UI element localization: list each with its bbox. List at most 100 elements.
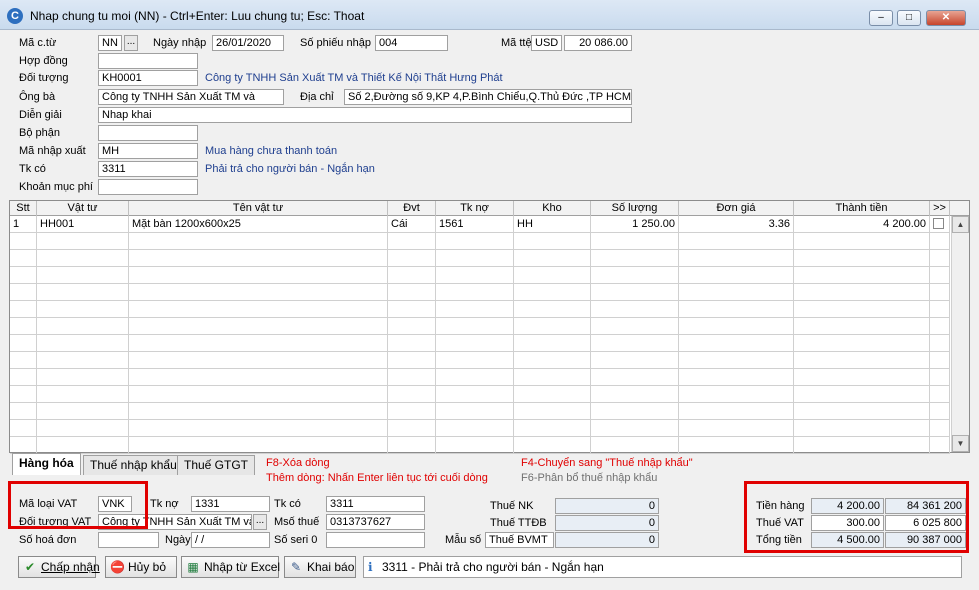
tab-thue-nhap-khau[interactable]: Thuế nhập khẩu xyxy=(83,455,184,475)
grid-cell[interactable] xyxy=(129,301,388,318)
col-ten-vat-tu[interactable]: Tên vật tư xyxy=(129,201,388,216)
cell-vat-tu[interactable]: HH001 xyxy=(37,216,129,233)
grid-cell[interactable] xyxy=(388,318,436,335)
col-more[interactable]: >> xyxy=(930,201,950,216)
grid-cell[interactable] xyxy=(679,403,794,420)
table-row[interactable] xyxy=(10,250,950,267)
grid-cell[interactable] xyxy=(794,369,930,386)
grid-cell[interactable] xyxy=(10,437,37,454)
grid-cell[interactable] xyxy=(930,352,950,369)
bo-phan-field[interactable] xyxy=(98,125,198,141)
scroll-up-icon[interactable]: ▲ xyxy=(952,216,969,233)
grid-cell[interactable] xyxy=(679,318,794,335)
grid-cell[interactable] xyxy=(37,386,129,403)
dia-chi-field[interactable]: Số 2,Đường số 9,KP 4,P.Bình Chiểu,Q.Thủ … xyxy=(344,89,632,105)
grid-cell[interactable] xyxy=(930,301,950,318)
grid-cell[interactable] xyxy=(37,250,129,267)
grid-cell[interactable] xyxy=(388,284,436,301)
items-grid[interactable]: Stt Vật tư Tên vật tư Đvt Tk nợ Kho Số l… xyxy=(9,200,970,454)
grid-cell[interactable] xyxy=(591,437,679,454)
so-hoa-don-field[interactable] xyxy=(98,532,159,548)
col-stt[interactable]: Stt xyxy=(10,201,37,216)
grid-cell[interactable] xyxy=(10,284,37,301)
grid-cell[interactable] xyxy=(37,369,129,386)
grid-cell[interactable] xyxy=(591,403,679,420)
grid-cell[interactable] xyxy=(10,250,37,267)
col-kho[interactable]: Kho xyxy=(514,201,591,216)
grid-cell[interactable] xyxy=(514,420,591,437)
grid-cell[interactable] xyxy=(436,386,514,403)
grid-cell[interactable] xyxy=(37,335,129,352)
grid-cell[interactable] xyxy=(10,335,37,352)
cell-thanh-tien[interactable]: 4 200.00 xyxy=(794,216,930,233)
table-row[interactable] xyxy=(10,301,950,318)
table-row[interactable]: 1 HH001 Mặt bàn 1200x600x25 Cái 1561 HH … xyxy=(10,216,950,233)
grid-cell[interactable] xyxy=(794,233,930,250)
grid-cell[interactable] xyxy=(129,420,388,437)
grid-cell[interactable] xyxy=(388,386,436,403)
grid-cell[interactable] xyxy=(10,267,37,284)
grid-cell[interactable] xyxy=(930,335,950,352)
cell-stt[interactable]: 1 xyxy=(10,216,37,233)
grid-cell[interactable] xyxy=(930,250,950,267)
cell-kho[interactable]: HH xyxy=(514,216,591,233)
grid-cell[interactable] xyxy=(129,284,388,301)
so-seri-field[interactable] xyxy=(326,532,425,548)
vat-tk-no-field[interactable]: 1331 xyxy=(191,496,270,512)
grid-cell[interactable] xyxy=(591,233,679,250)
grid-cell[interactable] xyxy=(591,250,679,267)
grid-cell[interactable] xyxy=(930,437,950,454)
grid-cell[interactable] xyxy=(679,386,794,403)
grid-cell[interactable] xyxy=(794,284,930,301)
grid-cell[interactable] xyxy=(930,369,950,386)
col-tk-no[interactable]: Tk nợ xyxy=(436,201,514,216)
grid-cell[interactable] xyxy=(514,267,591,284)
col-thanh-tien[interactable]: Thành tiền xyxy=(794,201,930,216)
cell-dvt[interactable]: Cái xyxy=(388,216,436,233)
hop-dong-field[interactable] xyxy=(98,53,198,69)
grid-cell[interactable] xyxy=(436,352,514,369)
grid-cell[interactable] xyxy=(388,369,436,386)
huy-bo-button[interactable]: ⛔ Hủy bỏ xyxy=(105,556,177,578)
grid-cell[interactable] xyxy=(388,403,436,420)
grid-cell[interactable] xyxy=(930,386,950,403)
table-row[interactable] xyxy=(10,267,950,284)
tk-co-field[interactable]: 3311 xyxy=(98,161,198,177)
grid-cell[interactable] xyxy=(679,437,794,454)
doi-tuong-vat-lookup-button[interactable]: ... xyxy=(253,514,267,530)
grid-cell[interactable] xyxy=(388,437,436,454)
grid-cell[interactable] xyxy=(591,352,679,369)
grid-cell[interactable] xyxy=(436,437,514,454)
grid-cell[interactable] xyxy=(129,318,388,335)
grid-cell[interactable] xyxy=(591,335,679,352)
grid-cell[interactable] xyxy=(679,352,794,369)
grid-cell[interactable] xyxy=(679,233,794,250)
ma-ct-field[interactable]: NN xyxy=(98,35,122,51)
table-row[interactable] xyxy=(10,386,950,403)
grid-cell[interactable] xyxy=(436,233,514,250)
grid-cell[interactable] xyxy=(514,386,591,403)
grid-cell[interactable] xyxy=(591,318,679,335)
grid-cell[interactable] xyxy=(794,403,930,420)
grid-cell[interactable] xyxy=(388,267,436,284)
grid-cell[interactable] xyxy=(10,301,37,318)
grid-cell[interactable] xyxy=(436,369,514,386)
grid-cell[interactable] xyxy=(591,284,679,301)
ma-tte-field[interactable]: USD xyxy=(531,35,562,51)
grid-cell[interactable] xyxy=(436,301,514,318)
ngay-hd-field[interactable]: / / xyxy=(191,532,270,548)
tab-hang-hoa[interactable]: Hàng hóa xyxy=(12,453,81,475)
grid-cell[interactable] xyxy=(10,352,37,369)
grid-cell[interactable] xyxy=(514,403,591,420)
mau-so-field[interactable]: Thuế BVMT xyxy=(485,532,554,548)
cell-so-luong[interactable]: 1 250.00 xyxy=(591,216,679,233)
ngay-nhap-field[interactable]: 26/01/2020 xyxy=(212,35,284,51)
chap-nhan-button[interactable]: ✔ Chấp nhận xyxy=(18,556,100,578)
grid-cell[interactable] xyxy=(10,420,37,437)
grid-cell[interactable] xyxy=(930,420,950,437)
grid-cell[interactable] xyxy=(679,267,794,284)
cell-ten-vat-tu[interactable]: Mặt bàn 1200x600x25 xyxy=(129,216,388,233)
grid-cell[interactable] xyxy=(436,403,514,420)
grid-cell[interactable] xyxy=(514,352,591,369)
grid-cell[interactable] xyxy=(37,420,129,437)
